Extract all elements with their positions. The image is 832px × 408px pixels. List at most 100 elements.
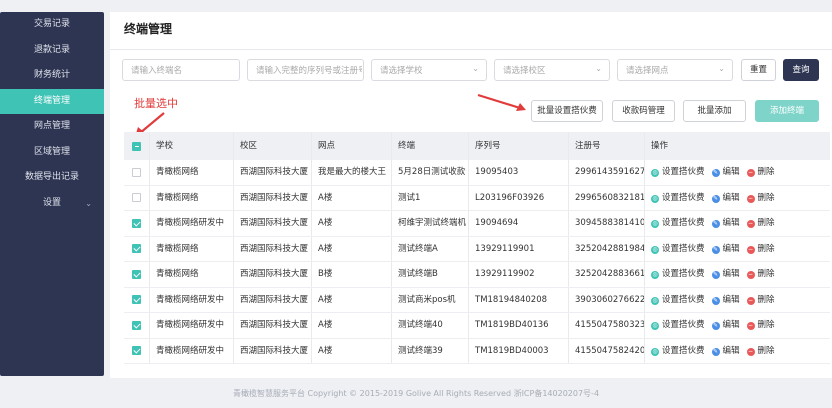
qr-code-manage-button[interactable]: 收款码管理 [612,100,675,122]
cell-serial: L203196F03926 [469,185,569,210]
cell-reg: 39030602766220 [569,287,645,312]
terminal-name-input[interactable]: 请输入终端名 [122,59,240,81]
sidebar-item[interactable]: 网点管理 [0,114,104,140]
edit-link[interactable]: ✎ 编辑 [711,237,740,261]
set-fee-link[interactable]: ◎ 设置搭伙费 [651,262,705,286]
sidebar-item[interactable]: 终端管理 [0,88,104,114]
sidebar-item[interactable]: 财务统计 [0,63,104,89]
edit-icon: ✎ [711,220,720,228]
row-checkbox[interactable] [124,185,150,210]
table-row: 青橄榄网络研发中 西湖国际科技大厦 A楼 测试商米pos机 TM18194840208 3… [124,287,830,313]
batch-add-button[interactable]: 批量添加 [683,100,746,122]
edit-label: 编辑 [722,269,740,280]
cell-actions: ◎ 设置搭伙费 ✎ 编辑 − 删除 [645,262,830,287]
delete-link[interactable]: − 删除 [746,288,775,312]
set-fee-link[interactable]: ◎ 设置搭伙费 [651,237,705,261]
edit-link[interactable]: ✎ 编辑 [711,262,740,286]
campus-select[interactable]: 请选择校区 ⌄ [494,59,610,81]
sidebar-item[interactable]: 数据导出记录 [0,165,104,191]
divider [110,49,832,50]
row-check [132,193,141,203]
set-fee-label: 设置搭伙费 [662,218,705,229]
table-row: 青橄榄网络研发中 西湖国际科技大厦 A楼 测试终端40 TM1819BD40136 415… [124,313,830,339]
delete-link[interactable]: − 删除 [746,339,775,363]
cell-school: 青橄榄网络 [150,262,234,287]
edit-icon: ✎ [711,245,720,254]
header-campus: 校区 [234,132,312,160]
row-checkbox[interactable] [124,236,150,261]
row-checkbox[interactable] [124,338,150,363]
school-placeholder: 请选择学校 [380,66,423,76]
sidebar-item[interactable]: 区域管理 [0,140,104,166]
header-outlet: 网点 [312,132,392,160]
set-fee-label: 设置搭伙费 [662,269,705,280]
delete-link[interactable]: − 删除 [746,186,775,210]
edit-link[interactable]: ✎ 编辑 [711,186,740,210]
set-fee-link[interactable]: ◎ 设置搭伙费 [651,186,705,210]
outlet-select[interactable]: 请选择网点 ⌄ [617,59,733,81]
row-checkbox[interactable] [124,287,150,312]
header-registration: 注册号 [569,132,645,160]
cell-reg: 41550475803230 [569,313,645,338]
delete-link[interactable]: − 删除 [746,313,775,337]
header-serial: 序列号 [469,132,569,160]
set-fee-icon: ◎ [651,271,659,279]
cell-school: 青橄榄网络 [150,185,234,210]
row-checkbox[interactable] [124,160,150,185]
reset-button[interactable]: 重置 [741,59,776,81]
row-checkbox[interactable] [124,313,150,338]
school-select[interactable]: 请选择学校 ⌄ [371,59,487,81]
row-check [132,244,141,254]
edit-link[interactable]: ✎ 编辑 [711,211,740,235]
set-fee-label: 设置搭伙费 [662,243,705,254]
table-row: 青橄榄网络研发中 西湖国际科技大厦 A楼 测试终端39 TM1819BD40003 415… [124,338,830,364]
cell-campus: 西湖国际科技大厦 [234,185,312,210]
header-school: 学校 [150,132,234,160]
chevron-down-icon: ⌄ [595,64,602,73]
delete-label: 删除 [757,167,775,178]
edit-link[interactable]: ✎ 编辑 [711,160,740,184]
edit-link[interactable]: ✎ 编辑 [711,339,740,363]
cell-terminal: 测试1 [392,185,469,210]
set-fee-link[interactable]: ◎ 设置搭伙费 [651,313,705,337]
table-body: 青橄榄网络 西湖国际科技大厦 我是最大的楼大王 5月28日测试收款 19095403 29… [124,160,830,364]
edit-link[interactable]: ✎ 编辑 [711,313,740,337]
terminal-name-placeholder: 请输入终端名 [131,66,183,76]
chevron-down-icon: ⌄ [472,64,479,73]
sidebar: 交易记录退款记录财务统计终端管理网点管理 区域管理 数据导出记录 设置 ⌄ [0,12,104,376]
delete-link[interactable]: − 删除 [746,211,775,235]
select-all-checkbox[interactable] [124,132,150,160]
sidebar-item-label: 退款记录 [33,44,70,55]
serial-number-input[interactable]: 请输入完整的序列号或注册号 [247,59,364,81]
set-fee-icon: ◎ [651,220,659,228]
edit-label: 编辑 [722,192,740,203]
set-fee-link[interactable]: ◎ 设置搭伙费 [651,211,705,235]
edit-icon: ✎ [711,296,720,305]
edit-link[interactable]: ✎ 编辑 [711,288,740,312]
delete-link[interactable]: − 删除 [746,262,775,286]
cell-school: 青橄榄网络研发中 [150,211,234,236]
batch-set-fee-button[interactable]: 批量设置搭伙费 [531,100,603,122]
add-terminal-button[interactable]: 添加终端 [755,100,819,122]
set-fee-icon: ◎ [651,245,659,254]
delete-link[interactable]: − 删除 [746,237,775,261]
sidebar-item-label: 终端管理 [33,95,70,106]
sidebar-item[interactable]: 交易记录 [0,12,104,38]
cell-terminal: 测试终端A [392,236,469,261]
cell-terminal: 测试终端40 [392,313,469,338]
row-checkbox[interactable] [124,211,150,236]
set-fee-label: 设置搭伙费 [662,320,705,331]
cell-terminal: 测试商米pos机 [392,287,469,312]
set-fee-link[interactable]: ◎ 设置搭伙费 [651,288,705,312]
edit-icon: ✎ [711,347,720,356]
edit-icon: ✎ [711,194,720,203]
delete-link[interactable]: − 删除 [746,160,775,184]
cell-outlet: A楼 [312,313,392,338]
search-button[interactable]: 查询 [783,59,819,81]
set-fee-link[interactable]: ◎ 设置搭伙费 [651,339,705,363]
row-checkbox[interactable] [124,262,150,287]
sidebar-item[interactable]: 退款记录 [0,38,104,64]
sidebar-item[interactable]: 设置 ⌄ [0,191,104,217]
delete-label: 删除 [757,320,775,331]
set-fee-link[interactable]: ◎ 设置搭伙费 [651,160,705,184]
